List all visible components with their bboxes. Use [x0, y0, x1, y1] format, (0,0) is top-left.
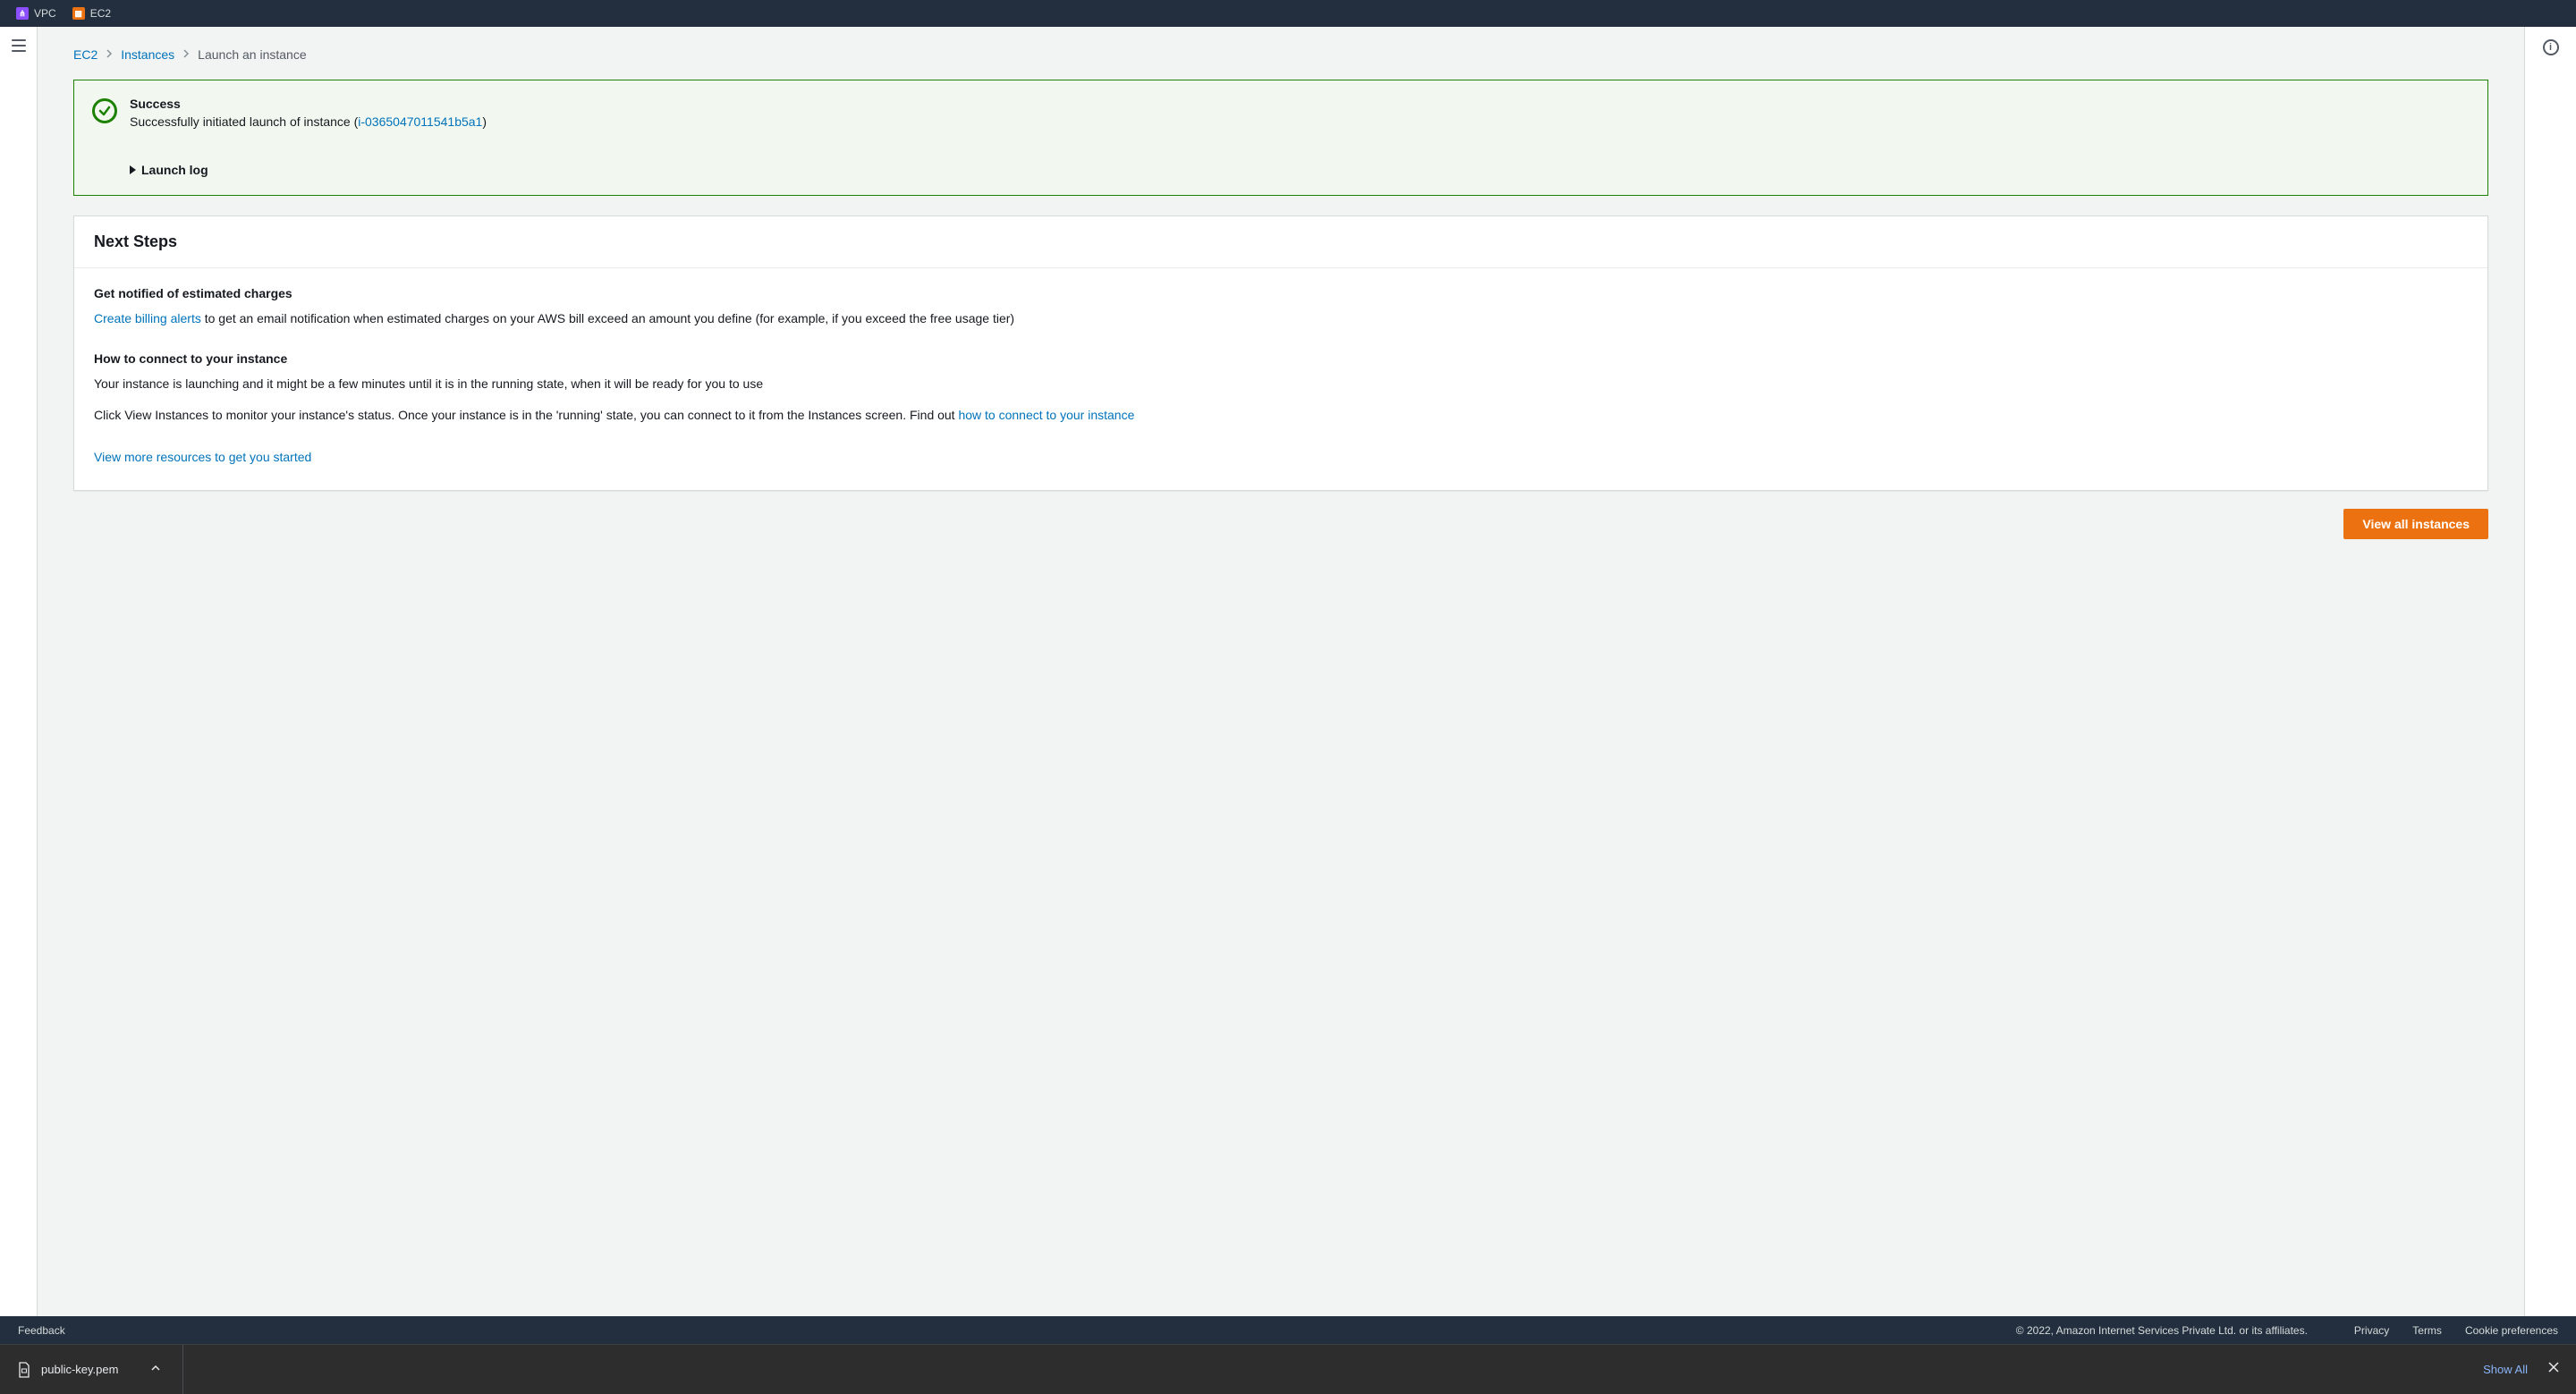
connect-heading: How to connect to your instance: [94, 351, 2468, 366]
download-filename: public-key.pem: [41, 1363, 118, 1376]
file-icon: [16, 1362, 32, 1378]
more-resources-section: View more resources to get you started: [94, 448, 2468, 467]
next-steps-heading: Next Steps: [94, 232, 2468, 251]
next-steps-panel: Next Steps Get notified of estimated cha…: [73, 215, 2488, 491]
view-more-resources-link[interactable]: View more resources to get you started: [94, 450, 311, 464]
billing-rest: to get an email notification when estima…: [201, 311, 1014, 325]
feedback-link[interactable]: Feedback: [18, 1324, 65, 1337]
connect-section: How to connect to your instance Your ins…: [94, 351, 2468, 425]
info-icon[interactable]: i: [2543, 39, 2559, 55]
close-icon[interactable]: [2547, 1361, 2560, 1378]
launch-log-toggle[interactable]: Launch log: [130, 163, 2470, 177]
connect-p2: Click View Instances to monitor your ins…: [94, 406, 2468, 425]
left-rail: [0, 27, 38, 1316]
breadcrumb-ec2[interactable]: EC2: [73, 47, 97, 62]
tab-ec2[interactable]: ▩ EC2: [72, 7, 111, 20]
alert-message: Successfully initiated launch of instanc…: [130, 114, 2470, 129]
right-rail: i: [2524, 27, 2576, 1316]
billing-text: Create billing alerts to get an email no…: [94, 309, 2468, 328]
vpc-icon: ⋔: [16, 7, 29, 20]
connect-p1: Your instance is launching and it might …: [94, 375, 2468, 393]
terms-link[interactable]: Terms: [2412, 1324, 2442, 1337]
copyright: © 2022, Amazon Internet Services Private…: [2016, 1324, 2308, 1337]
chevron-up-icon[interactable]: [150, 1363, 161, 1376]
hamburger-icon[interactable]: [12, 39, 26, 52]
tab-bar: ⋔ VPC ▩ EC2: [0, 0, 2576, 27]
view-all-instances-button[interactable]: View all instances: [2343, 509, 2488, 539]
footer: Feedback © 2022, Amazon Internet Service…: [0, 1316, 2576, 1344]
ec2-icon: ▩: [72, 7, 85, 20]
alert-msg-suffix: ): [482, 114, 487, 129]
layout: EC2 Instances Launch an instance Success…: [0, 27, 2576, 1316]
breadcrumb: EC2 Instances Launch an instance: [73, 46, 2488, 62]
billing-section: Get notified of estimated charges Create…: [94, 286, 2468, 328]
chevron-right-icon: [105, 46, 114, 62]
panel-header: Next Steps: [74, 216, 2487, 268]
download-item[interactable]: public-key.pem: [16, 1345, 183, 1394]
billing-heading: Get notified of estimated charges: [94, 286, 2468, 300]
privacy-link[interactable]: Privacy: [2354, 1324, 2389, 1337]
tab-vpc[interactable]: ⋔ VPC: [16, 7, 56, 20]
alert-msg-prefix: Successfully initiated launch of instanc…: [130, 114, 358, 129]
launch-log-label: Launch log: [141, 163, 208, 177]
button-row: View all instances: [73, 509, 2488, 539]
download-bar: public-key.pem Show All: [0, 1344, 2576, 1394]
breadcrumb-current: Launch an instance: [198, 47, 306, 62]
main-content: EC2 Instances Launch an instance Success…: [38, 27, 2524, 1316]
instance-id-link[interactable]: i-0365047011541b5a1: [358, 114, 482, 129]
breadcrumb-instances[interactable]: Instances: [121, 47, 174, 62]
triangle-right-icon: [130, 165, 136, 174]
tab-vpc-label: VPC: [34, 7, 56, 20]
alert-title: Success: [130, 97, 2470, 111]
how-to-connect-link[interactable]: how to connect to your instance: [958, 408, 1134, 422]
success-check-icon: [92, 98, 117, 123]
chevron-right-icon: [182, 46, 191, 62]
connect-p2-prefix: Click View Instances to monitor your ins…: [94, 408, 958, 422]
cookie-preferences-link[interactable]: Cookie preferences: [2465, 1324, 2558, 1337]
show-all-downloads[interactable]: Show All: [2483, 1363, 2528, 1376]
success-alert: Success Successfully initiated launch of…: [73, 80, 2488, 196]
tab-ec2-label: EC2: [90, 7, 111, 20]
create-billing-alerts-link[interactable]: Create billing alerts: [94, 311, 201, 325]
